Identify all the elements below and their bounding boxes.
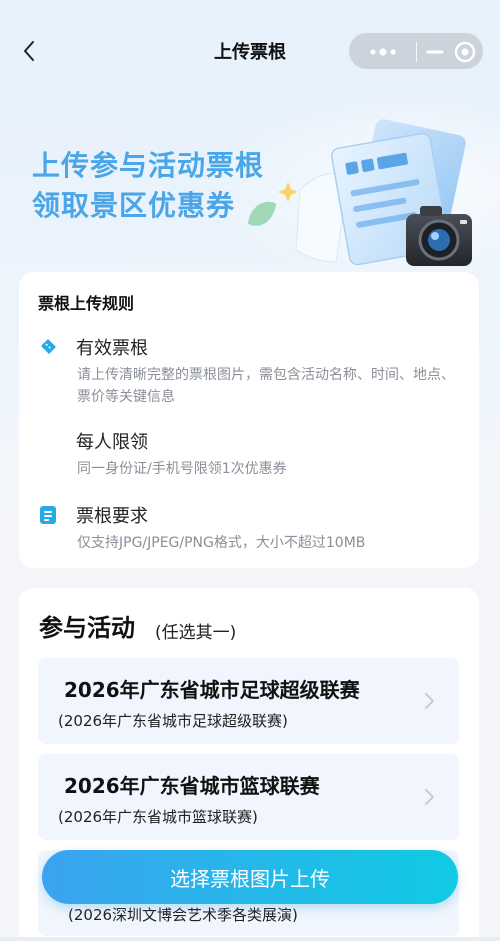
more-icon[interactable] xyxy=(361,40,405,64)
ticket-camera-illustration xyxy=(248,119,472,266)
activity-tag: (2026深圳文博会艺术季各类展演) xyxy=(68,906,298,924)
upload-rules-card: 票根上传规则 有效票根 请上传清晰完整的票根图片，需包含活动名称、时间、地点、票… xyxy=(19,272,479,568)
chevron-right-icon xyxy=(425,789,434,805)
ticket-icon xyxy=(41,339,56,354)
bottom-edge xyxy=(0,937,500,941)
rule-desc: 同一身份证/手机号限领1次优惠券 xyxy=(77,461,287,477)
rules-title: 票根上传规则 xyxy=(38,294,135,313)
nav-bar: 上传票根 xyxy=(0,28,500,74)
hero-text: 上传参与活动票根 领取景区优惠券 xyxy=(32,146,264,226)
activity-item-basketball[interactable]: 2026年广东省城市篮球联赛 (2026年广东省城市篮球联赛) xyxy=(38,754,459,840)
chevron-right-icon xyxy=(425,693,434,709)
close-miniprogram-icon[interactable] xyxy=(453,40,477,64)
hero-title-line1: 上传参与活动票根 xyxy=(32,149,265,182)
activity-name: 2026年广东省城市篮球联赛 xyxy=(64,774,320,798)
activity-tag: (2026年广东省城市篮球联赛) xyxy=(58,808,258,826)
rule-title: 每人限领 xyxy=(76,432,148,453)
document-icon xyxy=(40,506,56,524)
hero-title-line2: 领取景区优惠券 xyxy=(32,189,236,222)
activities-subheading: (任选其一) xyxy=(155,623,237,643)
rule-desc: 仅支持JPG/JPEG/PNG格式，大小不超过10MB xyxy=(77,535,366,551)
capsule-divider xyxy=(416,42,417,62)
mini-program-capsule xyxy=(348,32,484,70)
rule-title: 票根要求 xyxy=(76,506,148,527)
activities-heading: 参与活动 xyxy=(39,614,135,642)
rule-desc: 请上传清晰完整的票根图片，需包含活动名称、时间、地点、票价等关键信息 xyxy=(77,367,455,405)
upload-ticket-button[interactable]: 选择票根图片上传 xyxy=(42,850,458,904)
activity-item-football[interactable]: 2026年广东省城市足球超级联赛 (2026年广东省城市足球超级联赛) xyxy=(38,658,459,744)
activity-tag: (2026年广东省城市足球超级联赛) xyxy=(58,712,288,730)
activity-name: 2026年广东省城市足球超级联赛 xyxy=(64,678,360,702)
rule-title: 有效票根 xyxy=(76,338,148,359)
minimize-icon[interactable] xyxy=(423,40,447,64)
